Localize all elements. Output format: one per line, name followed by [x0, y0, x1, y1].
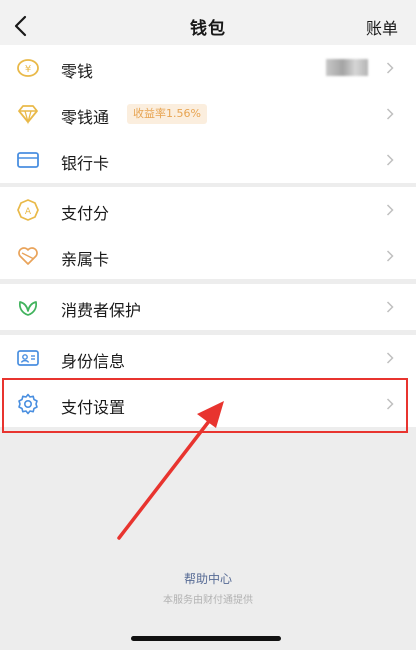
chevron-right-icon: [386, 301, 394, 313]
list-item-label: 零钱通: [61, 108, 110, 127]
wallet-group-4: 身份信息 支付设置: [0, 335, 416, 427]
list-item-payment-settings[interactable]: 支付设置: [0, 381, 416, 427]
chevron-right-icon: [386, 62, 394, 74]
svg-text:A: A: [25, 207, 32, 217]
list-item-change[interactable]: ¥ 零钱: [0, 45, 416, 91]
chevron-right-icon: [386, 250, 394, 262]
list-item-label: 亲属卡: [61, 250, 110, 269]
chevron-right-icon: [386, 108, 394, 120]
settings-gear-icon: [18, 393, 38, 415]
chevron-right-icon: [386, 398, 394, 410]
wallet-group-3: 消费者保护: [0, 284, 416, 330]
chevron-right-icon: [386, 154, 394, 166]
chevron-right-icon: [386, 204, 394, 216]
list-item-identity-info[interactable]: 身份信息: [0, 335, 416, 381]
bank-card-icon: [17, 152, 39, 168]
family-card-icon: [18, 247, 38, 265]
service-provider-text: 本服务由财付通提供: [163, 595, 253, 606]
diamond-icon: [18, 105, 38, 125]
list-item-label: 支付设置: [61, 398, 126, 417]
yield-rate-badge: 收益率1.56%: [127, 104, 207, 124]
list-item-label: 消费者保护: [61, 301, 142, 320]
list-item-label: 零钱: [61, 62, 94, 81]
list-item-label: 银行卡: [61, 154, 110, 173]
help-center-link[interactable]: 帮助中心: [0, 570, 416, 587]
list-item-label: 身份信息: [61, 352, 126, 371]
wallet-group-2: A 支付分 亲属卡: [0, 187, 416, 279]
page-title: 钱包: [190, 19, 226, 39]
consumer-protection-icon: [18, 301, 38, 316]
svg-text:¥: ¥: [25, 64, 31, 75]
chevron-right-icon: [386, 352, 394, 364]
list-item-bank-card[interactable]: 银行卡: [0, 137, 416, 183]
list-item-pay-score[interactable]: A 支付分: [0, 187, 416, 233]
bill-button[interactable]: 账单: [366, 15, 398, 39]
list-item-change-plus[interactable]: 零钱通 收益率1.56%: [0, 91, 416, 137]
list-item-consumer-protection[interactable]: 消费者保护: [0, 284, 416, 330]
list-item-family-card[interactable]: 亲属卡: [0, 233, 416, 279]
wallet-group-1: ¥ 零钱 零钱通 收益率1.56% 银行卡: [0, 45, 416, 183]
list-item-label: 支付分: [61, 204, 110, 223]
home-indicator[interactable]: [131, 636, 281, 641]
id-card-icon: [17, 350, 39, 366]
coin-icon: ¥: [17, 59, 39, 77]
balance-masked: [326, 59, 368, 76]
pay-score-icon: A: [17, 199, 39, 221]
